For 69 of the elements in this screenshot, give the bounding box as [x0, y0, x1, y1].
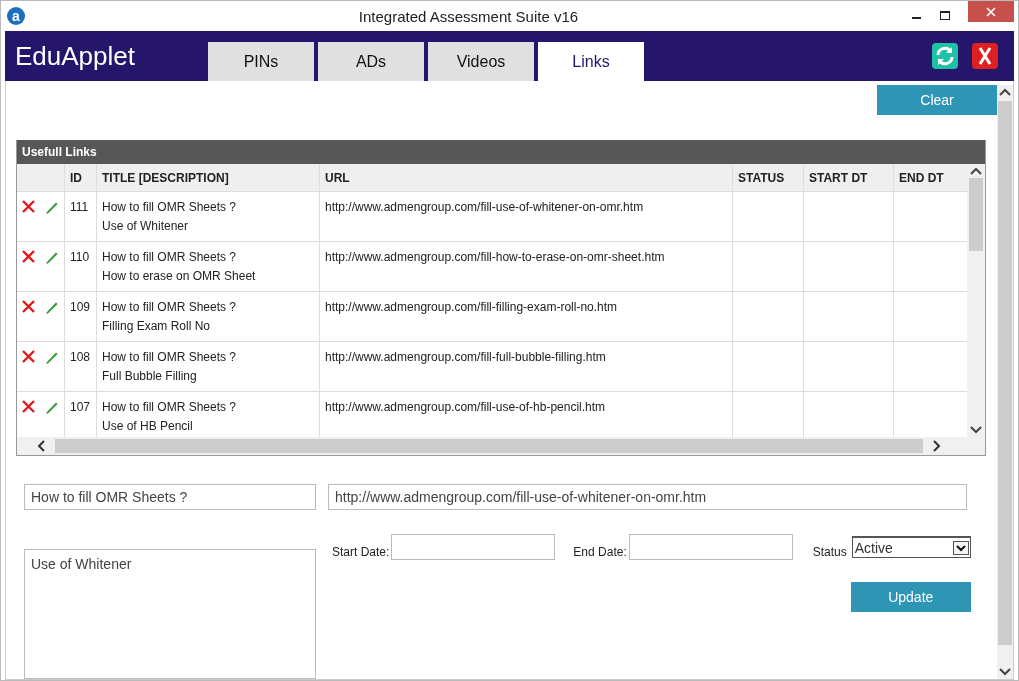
- scroll-thumb[interactable]: [969, 178, 983, 251]
- horizontal-scrollbar[interactable]: [17, 437, 985, 455]
- column-header: URL: [320, 164, 733, 191]
- tab[interactable]: Videos: [428, 42, 534, 81]
- url-field[interactable]: http://www.admengroup.com/fill-use-of-whitener-on-omr.htm: [328, 484, 967, 510]
- table-cell: http://www.admengroup.com/fill-how-to-erase-on-omr-sheet.htm: [320, 242, 733, 291]
- link-title: How to fill OMR Sheets ?: [102, 400, 237, 414]
- page-scrollbar[interactable]: [997, 85, 1013, 679]
- column-header: TITLE [DESCRIPTION]: [97, 164, 320, 191]
- column-header: STATUS: [733, 164, 804, 191]
- link-title: How to fill OMR Sheets ?: [102, 200, 237, 214]
- link-description: Filling Exam Roll No: [102, 319, 211, 333]
- table-cell: 109: [65, 292, 97, 341]
- table-cell: http://www.admengroup.com/fill-filling-exam-roll-no.htm: [320, 292, 733, 341]
- pencil-icon[interactable]: [45, 250, 59, 264]
- table-cell: http://www.admengroup.com/fill-use-of-whitener-on-omr.htm: [320, 192, 733, 241]
- app-icon: a: [7, 7, 25, 25]
- link-description: How to erase on OMR Sheet: [102, 269, 256, 283]
- delete-icon[interactable]: [22, 250, 35, 263]
- table-cell: http://www.admengroup.com/fill-full-bubble-filling.htm: [320, 342, 733, 391]
- pencil-icon[interactable]: [45, 400, 59, 414]
- chevron-down-icon[interactable]: [970, 426, 982, 434]
- grid-title: Usefull Links: [17, 140, 985, 164]
- pencil-icon[interactable]: [45, 200, 59, 214]
- tab[interactable]: Links: [538, 42, 644, 81]
- exit-icon[interactable]: [972, 43, 998, 69]
- chevron-left-icon[interactable]: [37, 440, 47, 452]
- link-title: How to fill OMR Sheets ?: [102, 350, 237, 364]
- status-dropdown[interactable]: Active: [851, 536, 971, 558]
- chevron-up-icon[interactable]: [970, 167, 982, 175]
- description-field[interactable]: Use of Whitener: [24, 549, 316, 679]
- tab[interactable]: ADs: [318, 42, 424, 81]
- link-description: Use of HB Pencil: [102, 419, 193, 433]
- window-title: Integrated Assessment Suite v16: [357, 7, 580, 25]
- pencil-icon[interactable]: [45, 350, 59, 364]
- app-name: EduApplet: [14, 40, 136, 72]
- title-field[interactable]: How to fill OMR Sheets ?: [24, 484, 316, 510]
- scroll-thumb[interactable]: [55, 439, 923, 453]
- delete-icon[interactable]: [22, 400, 35, 413]
- tab[interactable]: PINs: [208, 42, 314, 81]
- close-icon[interactable]: [986, 6, 996, 17]
- column-header: ID: [65, 164, 97, 191]
- delete-icon[interactable]: [22, 300, 35, 313]
- start-date-field[interactable]: [391, 534, 556, 560]
- chevron-right-icon[interactable]: [931, 440, 941, 452]
- column-header: END DT: [898, 169, 945, 187]
- close-button[interactable]: [968, 1, 1014, 22]
- refresh-icon[interactable]: [932, 43, 958, 69]
- maximize-icon[interactable]: [940, 11, 950, 21]
- scroll-thumb[interactable]: [998, 101, 1012, 645]
- chevron-up-icon[interactable]: [999, 88, 1011, 96]
- link-title: How to fill OMR Sheets ?: [102, 300, 237, 314]
- chevron-down-icon[interactable]: [999, 668, 1011, 676]
- end-date-label: End Date:: [573, 544, 627, 559]
- table-cell: 108: [65, 342, 97, 391]
- link-description: Full Bubble Filling: [102, 369, 197, 383]
- delete-icon[interactable]: [22, 200, 35, 213]
- link-description: Use of Whitener: [102, 219, 189, 233]
- end-date-field[interactable]: [628, 534, 793, 560]
- link-title: How to fill OMR Sheets ?: [102, 250, 237, 264]
- caret-icon[interactable]: [952, 540, 969, 555]
- pencil-icon[interactable]: [45, 300, 59, 314]
- vertical-scrollbar[interactable]: [967, 164, 985, 437]
- start-date-label: Start Date:: [332, 544, 390, 559]
- delete-icon[interactable]: [22, 350, 35, 363]
- table-cell: 111: [65, 192, 97, 241]
- column-header: START DT: [804, 164, 894, 191]
- table-cell: 110: [65, 242, 97, 291]
- status-label: Status: [812, 544, 847, 559]
